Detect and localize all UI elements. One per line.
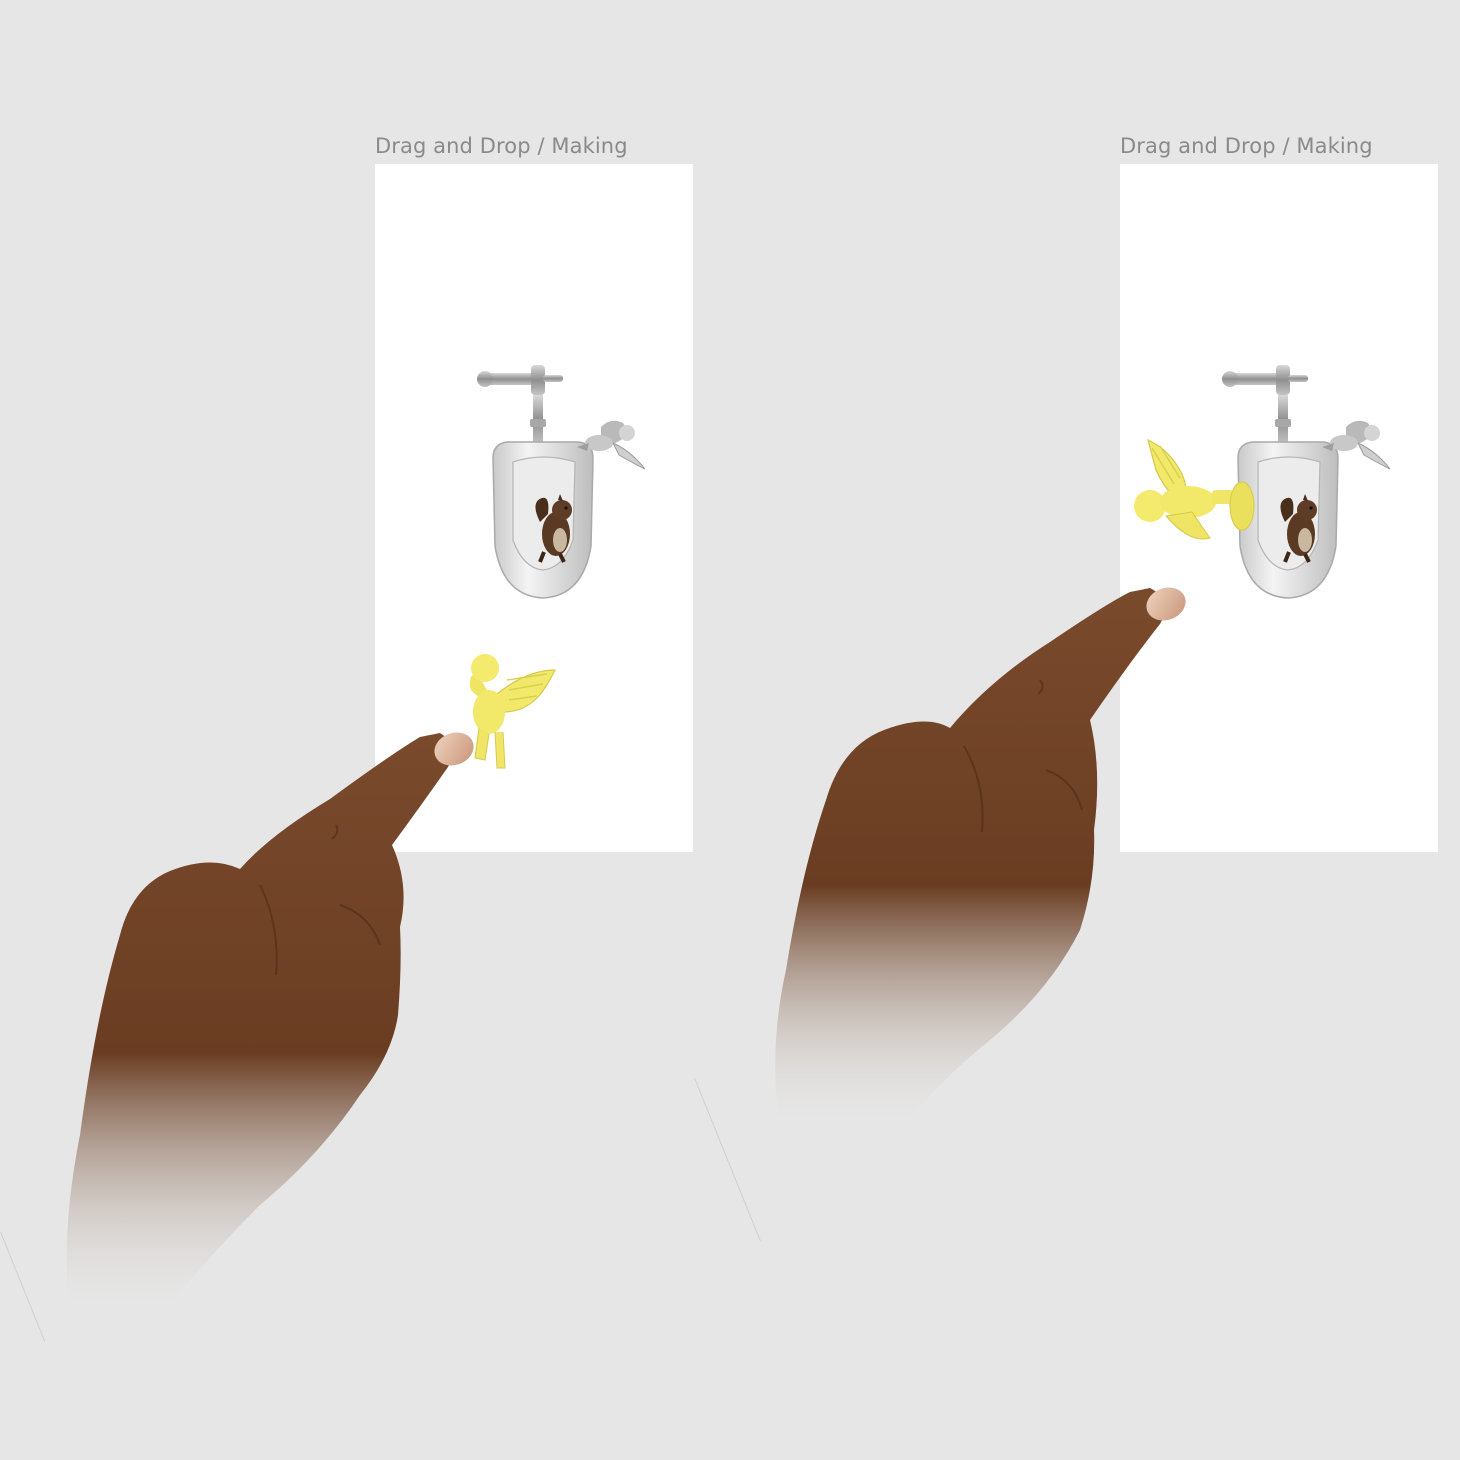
frame-title[interactable]: Drag and Drop / Making [375,134,628,158]
squirrel [1275,492,1327,564]
grey-cherub [571,417,649,477]
frame-title[interactable]: Drag and Drop / Making [1120,134,1373,158]
yellow-cherub-dragged[interactable] [437,650,559,778]
prototype-frame-dragging[interactable] [375,164,693,852]
squirrel [530,492,582,564]
grey-cherub [1316,417,1394,477]
yellow-cherub-dropped[interactable] [1130,434,1262,550]
canvas-guide-line [0,1231,46,1342]
canvas-guide-line [694,1077,761,1242]
